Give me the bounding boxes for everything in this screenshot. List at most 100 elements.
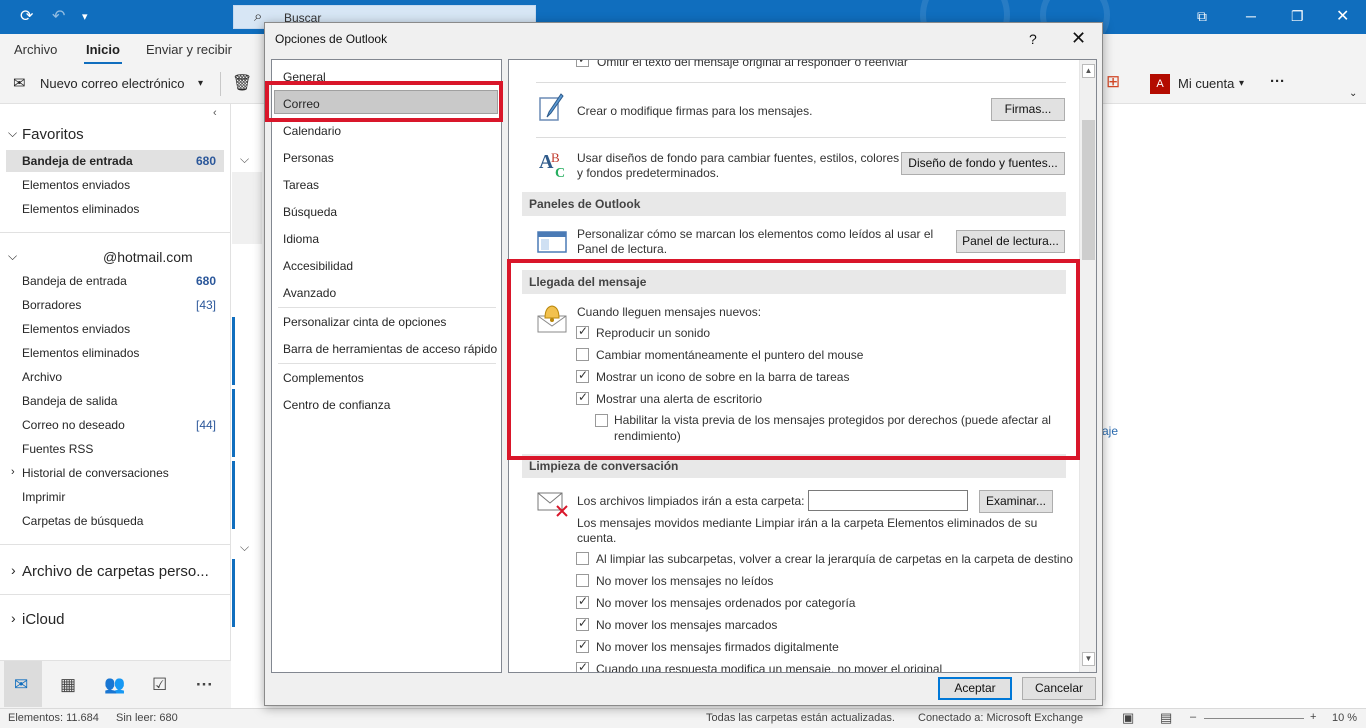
tab-enviar-recibir[interactable]: Enviar y recibir xyxy=(146,42,232,57)
unread-checkbox[interactable] xyxy=(576,574,589,587)
folder-pane: ‹ ⌵ Favoritos Bandeja de entrada 680 Ele… xyxy=(0,104,231,660)
reading-view-icon[interactable]: ▤ xyxy=(1160,710,1172,726)
close-icon[interactable]: ✕ xyxy=(1071,28,1086,49)
zoom-out-icon[interactable]: – xyxy=(1190,711,1196,723)
cleanup-folder-input[interactable] xyxy=(808,490,968,511)
chevron-right-icon[interactable]: › xyxy=(11,562,16,578)
quick-access-dropdown-icon[interactable]: ▾ xyxy=(82,8,88,26)
zoom-in-icon[interactable]: + xyxy=(1310,711,1316,723)
category-personalizar-cinta[interactable]: Personalizar cinta de opciones xyxy=(283,315,446,329)
add-app-icon[interactable]: ⊞ xyxy=(1106,72,1120,92)
vertical-scrollbar[interactable]: ▲ ▼ xyxy=(1079,60,1096,672)
chevron-right-icon[interactable]: › xyxy=(11,466,15,478)
unread-indicator xyxy=(232,317,235,385)
favorites-header[interactable]: Favoritos xyxy=(22,126,84,143)
sync-icon[interactable]: ⟳ xyxy=(20,8,33,26)
folder-inbox-favorite[interactable]: Bandeja de entrada xyxy=(22,154,133,168)
reading-pane-button[interactable]: Panel de lectura... xyxy=(956,230,1065,253)
my-account-dropdown-icon[interactable]: ▾ xyxy=(1239,78,1244,89)
omit-original-checkbox[interactable] xyxy=(576,60,589,67)
browse-button[interactable]: Examinar... xyxy=(979,490,1053,513)
folder-search-folders[interactable]: Carpetas de búsqueda xyxy=(22,514,143,528)
chevron-down-icon[interactable]: ⌵ xyxy=(8,249,17,264)
folder-sent[interactable]: Elementos enviados xyxy=(22,322,130,336)
message-list: ⌵ ⌵ xyxy=(232,104,262,708)
category-barra-acceso-rapido[interactable]: Barra de herramientas de acceso rápido xyxy=(283,342,497,356)
more-commands-button[interactable]: ··· xyxy=(1270,73,1285,90)
folder-deleted[interactable]: Elementos eliminados xyxy=(22,346,139,360)
category-tareas[interactable]: Tareas xyxy=(283,178,319,192)
help-button[interactable]: ? xyxy=(1029,31,1037,47)
cleanup-note-1: Los mensajes movidos mediante Limpiar ir… xyxy=(577,516,1038,530)
reading-pane-description-1: Personalizar cómo se marcan los elemento… xyxy=(577,227,934,241)
search-icon: ⌕ xyxy=(254,8,263,25)
message-item[interactable] xyxy=(232,172,262,244)
category-calendario[interactable]: Calendario xyxy=(283,124,341,138)
delete-icon[interactable]: 🗑 xyxy=(232,73,252,93)
flagged-checkbox[interactable] xyxy=(576,616,589,631)
reading-pane-link[interactable]: aje xyxy=(1102,424,1118,438)
unread-indicator xyxy=(232,461,235,529)
calendar-icon[interactable]: ▦ xyxy=(60,675,76,695)
folder-sent-favorite[interactable]: Elementos enviados xyxy=(22,178,130,192)
people-icon[interactable]: 👥 xyxy=(104,675,125,695)
icloud-header[interactable]: iCloud xyxy=(22,611,65,628)
folder-junk[interactable]: Correo no deseado xyxy=(22,418,125,432)
category-idioma[interactable]: Idioma xyxy=(283,232,319,246)
signed-checkbox[interactable] xyxy=(576,638,589,653)
chevron-down-icon[interactable]: ⌵ xyxy=(240,152,249,167)
close-window-icon[interactable]: ✕ xyxy=(1336,6,1349,26)
minimize-icon[interactable]: ─ xyxy=(1246,8,1256,24)
tab-inicio[interactable]: Inicio xyxy=(84,42,122,65)
folder-archive[interactable]: Archivo xyxy=(22,370,62,384)
folder-inbox[interactable]: Bandeja de entrada xyxy=(22,274,127,288)
category-complementos[interactable]: Complementos xyxy=(283,371,364,385)
folder-outbox[interactable]: Bandeja de salida xyxy=(22,394,117,408)
account-header[interactable]: @hotmail.com xyxy=(103,249,193,265)
normal-view-icon[interactable]: ▣ xyxy=(1122,710,1134,726)
category-accesibilidad[interactable]: Accesibilidad xyxy=(283,259,353,273)
mail-icon[interactable]: ✉ xyxy=(14,675,28,695)
chevron-down-icon[interactable]: ⌵ xyxy=(240,540,249,555)
scroll-down-icon[interactable]: ▼ xyxy=(1082,652,1095,666)
chevron-down-icon[interactable]: ⌵ xyxy=(8,126,17,141)
folder-print[interactable]: Imprimir xyxy=(22,490,65,504)
archive-pst-header[interactable]: Archivo de carpetas perso... xyxy=(22,563,209,580)
cancel-button[interactable]: Cancelar xyxy=(1022,677,1096,700)
zoom-slider[interactable] xyxy=(1204,718,1304,719)
new-email-dropdown-icon[interactable]: ▾ xyxy=(198,78,203,89)
folder-conversation-history[interactable]: Historial de conversaciones xyxy=(22,466,169,480)
stationery-fonts-button[interactable]: Diseño de fondo y fuentes... xyxy=(901,152,1065,175)
module-bar: ✉ ▦ 👥 ☑ ··· xyxy=(0,660,231,708)
category-busqueda[interactable]: Búsqueda xyxy=(283,205,337,219)
divider xyxy=(536,82,1066,83)
reply-modifies-checkbox[interactable] xyxy=(576,660,589,672)
folder-drafts[interactable]: Borradores xyxy=(22,298,81,312)
category-centro-confianza[interactable]: Centro de confianza xyxy=(283,398,390,412)
signatures-description: Crear o modifique firmas para los mensaj… xyxy=(577,104,813,118)
category-personas[interactable]: Personas xyxy=(283,151,334,165)
scroll-up-icon[interactable]: ▲ xyxy=(1082,64,1095,78)
collapse-pane-icon[interactable]: ‹ xyxy=(213,107,217,119)
tasks-icon[interactable]: ☑ xyxy=(152,675,167,695)
folder-deleted-favorite[interactable]: Elementos eliminados xyxy=(22,202,139,216)
chevron-right-icon[interactable]: › xyxy=(11,610,16,626)
undo-icon[interactable]: ↶ xyxy=(52,8,65,26)
scrollbar-thumb[interactable] xyxy=(1082,120,1095,260)
expand-ribbon-icon[interactable]: ⌄ xyxy=(1349,88,1357,99)
new-email-icon: ✉ xyxy=(13,75,26,92)
my-account-button[interactable]: Mi cuenta xyxy=(1178,76,1234,91)
folder-rss[interactable]: Fuentes RSS xyxy=(22,442,93,456)
maximize-icon[interactable]: ❐ xyxy=(1291,8,1304,25)
new-email-button[interactable]: Nuevo correo electrónico xyxy=(40,76,185,91)
signatures-button[interactable]: Firmas... xyxy=(991,98,1065,121)
ribbon-display-icon[interactable]: ⧉ xyxy=(1197,8,1207,25)
omit-original-label: Omitir el texto del mensaje original al … xyxy=(597,59,908,69)
categorized-checkbox[interactable] xyxy=(576,594,589,609)
category-avanzado[interactable]: Avanzado xyxy=(283,286,336,300)
stationery-description-2: y fondos predeterminados. xyxy=(577,166,720,180)
ok-button[interactable]: Aceptar xyxy=(938,677,1012,700)
recreate-hierarchy-checkbox[interactable] xyxy=(576,552,589,565)
more-modules-icon[interactable]: ··· xyxy=(196,675,213,695)
tab-archivo[interactable]: Archivo xyxy=(14,42,57,57)
